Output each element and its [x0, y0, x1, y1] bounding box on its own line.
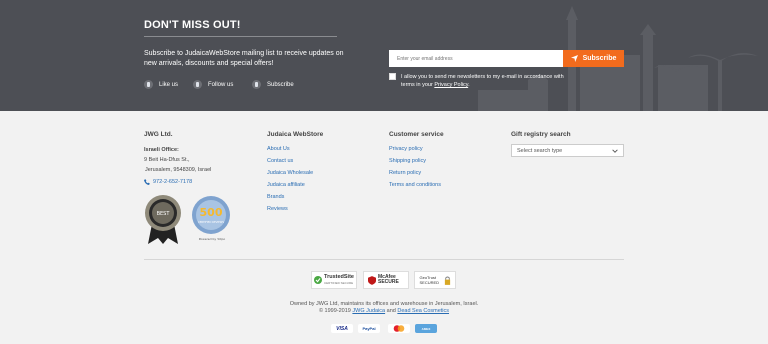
judaica-wholesale-link[interactable]: Judaica Wholesale	[267, 170, 313, 176]
consent-label: I allow you to send me newsletters to my…	[401, 74, 564, 88]
search-type-value: Select search type	[517, 147, 563, 154]
yotpo-label: CERTIFIED REVIEWS	[198, 220, 224, 224]
yotpo-count: 500	[200, 206, 223, 219]
subscribe-button[interactable]: Subscribe	[563, 50, 624, 67]
title-underline	[144, 36, 337, 37]
twitter-follow-link[interactable]: Follow us	[193, 80, 233, 89]
youtube-icon	[252, 80, 261, 89]
youtube-subscribe-label: Subscribe	[267, 81, 294, 88]
subscribe-label: Subscribe	[582, 55, 617, 62]
jwg-judaica-link[interactable]: JWG Judaica	[352, 308, 385, 314]
copyright-line: © 1999-2019 JWG Judaica and Dead Sea Cos…	[0, 308, 768, 314]
twitter-follow-label: Follow us	[208, 81, 234, 88]
shipping-policy-link[interactable]: Shipping policy	[389, 158, 426, 164]
amex-icon: AMEX	[415, 324, 437, 333]
geotrust-label: GeoTrust SECURED	[419, 275, 440, 285]
judaica-title: Judaica WebStore	[267, 131, 324, 138]
geotrust-badge[interactable]: GeoTrust SECURED	[414, 271, 456, 289]
judaica-affiliate-link[interactable]: Judaica affiliate	[267, 182, 305, 188]
mcafee-badge[interactable]: McAfee SECURE	[363, 271, 409, 289]
search-type-select[interactable]: Select search type	[511, 144, 624, 157]
company-title: JWG Ltd.	[144, 131, 173, 138]
send-icon	[570, 55, 578, 62]
yotpo-reviews-badge: 500 CERTIFIED REVIEWS Powered by Yotpo	[192, 196, 230, 241]
youtube-subscribe-link[interactable]: Subscribe	[252, 80, 294, 89]
facebook-icon	[144, 80, 153, 89]
email-input[interactable]	[389, 50, 563, 67]
address-line-1: 9 Beit Ha-Dfus St.,	[144, 157, 190, 163]
twitter-icon	[193, 80, 202, 89]
about-us-link[interactable]: About Us	[267, 146, 290, 152]
padlock-icon	[444, 276, 450, 285]
footer-divider	[144, 259, 624, 260]
phone-number: 972-2-652-7178	[153, 179, 193, 185]
return-policy-link[interactable]: Return policy	[389, 170, 421, 176]
privacy-policy-link[interactable]: Privacy Policy	[434, 82, 468, 88]
contact-us-link[interactable]: Contact us	[267, 158, 293, 164]
ownership-text: Owned by JWG Ltd, maintains its offices …	[289, 301, 479, 307]
mastercard-icon	[388, 324, 410, 333]
reviews-link[interactable]: Reviews	[267, 206, 288, 212]
customer-service-title: Customer service	[389, 131, 444, 138]
terms-link[interactable]: Terms and conditions	[389, 182, 441, 188]
facebook-like-link[interactable]: Like us	[144, 80, 178, 89]
paypal-icon: PayPal	[358, 324, 380, 333]
address-line-2: Jerusalem, 9548309, Israel	[145, 167, 212, 173]
consent-period: .	[468, 82, 470, 88]
check-icon	[314, 276, 323, 284]
newsletter-description: Subscribe to JudaicaWebStore mailing lis…	[144, 50, 344, 67]
yotpo-powered: Powered by Yotpo	[199, 237, 226, 241]
privacy-policy-footer-link[interactable]: Privacy policy	[389, 146, 423, 152]
gift-registry-title: Gift registry search	[511, 131, 571, 138]
phone-link[interactable]: 972-2-652-7178	[144, 179, 192, 185]
mcafee-label: McAfee SECURE	[378, 274, 399, 285]
trustedsite-badge[interactable]: TrustedSite CERTIFIED SECURE	[311, 271, 357, 289]
newsletter-section: DON'T MISS OUT! Subscribe to JudaicaWebS…	[0, 0, 768, 111]
chevron-down-icon	[612, 149, 618, 153]
brands-link[interactable]: Brands	[267, 194, 284, 200]
shield-icon	[368, 275, 376, 285]
office-label: Israeli Office:	[144, 147, 179, 153]
consent-checkbox[interactable]	[389, 73, 396, 80]
mastercard-circles	[393, 325, 405, 332]
copyright-year: © 1999-2019	[318, 308, 351, 314]
seal-text: BEST	[157, 211, 171, 217]
consent-text: I allow you to send me newsletters to my…	[401, 73, 571, 89]
newsletter-title: DON'T MISS OUT!	[144, 19, 241, 31]
best-seal-badge: BEST	[145, 195, 181, 244]
visa-icon: VISA	[331, 324, 353, 333]
phone-icon	[144, 179, 150, 185]
facebook-like-label: Like us	[159, 81, 179, 88]
trustedsite-sub: CERTIFIED SECURE	[324, 281, 354, 285]
dead-sea-cosmetics-link[interactable]: Dead Sea Cosmetics	[397, 308, 449, 314]
copyright-and: and	[386, 308, 396, 314]
